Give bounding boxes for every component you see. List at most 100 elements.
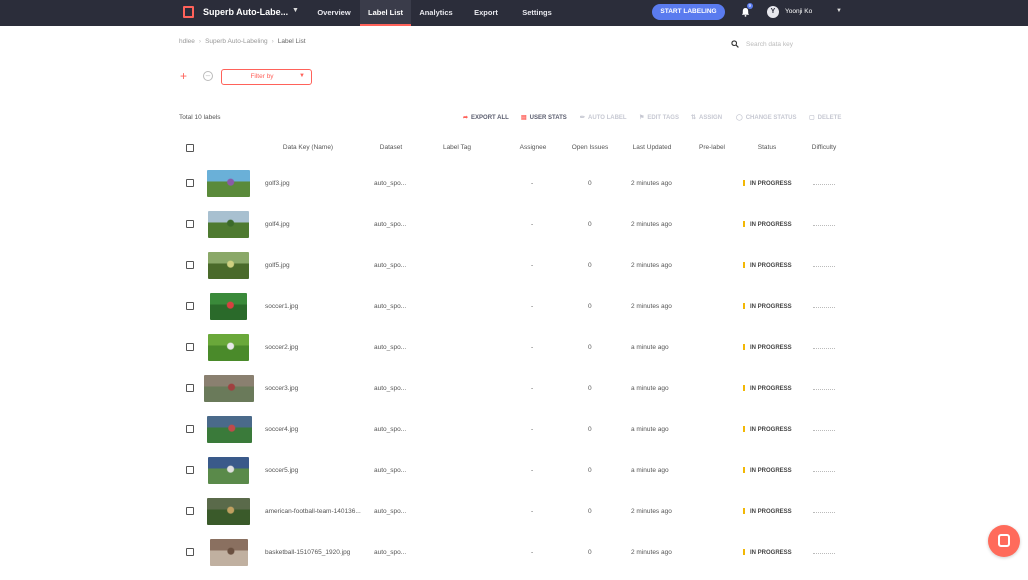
data-key-cell[interactable]: golf5.jpg [265, 262, 290, 269]
project-name[interactable]: Superb Auto-Labe... [203, 7, 288, 17]
last-updated-cell: 2 minutes ago [631, 180, 672, 187]
table-row[interactable]: american-football-team-140136... auto_spo… [0, 498, 1028, 539]
chevron-down-icon[interactable]: ▼ [292, 7, 299, 14]
table-row[interactable]: golf5.jpg auto_spo... - 0 2 minutes ago IN PR… [0, 252, 1028, 293]
auto-label-button[interactable]: ✏ AUTO LABEL [580, 114, 627, 121]
thumbnail-image[interactable] [207, 416, 252, 443]
data-key-cell[interactable]: golf4.jpg [265, 221, 290, 228]
thumbnail-image[interactable] [208, 252, 249, 279]
column-header-status[interactable]: Status [748, 144, 786, 151]
status-badge[interactable]: IN PROGRESS [743, 221, 792, 228]
table-row[interactable]: soccer5.jpg auto_spo... - 0 a minute ago IN P… [0, 457, 1028, 498]
chevron-down-icon[interactable]: ▼ [836, 8, 842, 14]
breadcrumb-separator: › [198, 38, 202, 45]
row-checkbox[interactable] [186, 302, 194, 310]
select-all-checkbox[interactable] [186, 144, 194, 152]
auto-label-label: AUTO LABEL [588, 115, 627, 121]
table-row[interactable]: soccer4.jpg auto_spo... - 0 a minute ago IN P… [0, 416, 1028, 457]
column-header-open-issues[interactable]: Open Issues [566, 144, 614, 151]
table-row[interactable]: soccer3.jpg auto_spo... - 0 a minute ago IN P… [0, 375, 1028, 416]
logo-icon[interactable] [183, 6, 194, 18]
edit-tags-button[interactable]: ⚑ EDIT TAGS [639, 114, 679, 121]
data-key-cell[interactable]: golf3.jpg [265, 180, 290, 187]
row-checkbox[interactable] [186, 425, 194, 433]
thumbnail-image[interactable] [208, 457, 249, 484]
data-key-cell[interactable]: soccer1.jpg [265, 303, 298, 310]
row-checkbox[interactable] [186, 220, 194, 228]
row-checkbox[interactable] [186, 507, 194, 515]
thumbnail-image[interactable] [204, 375, 254, 402]
status-badge[interactable]: IN PROGRESS [743, 262, 792, 269]
row-checkbox[interactable] [186, 384, 194, 392]
thumbnail-image[interactable] [210, 293, 247, 320]
open-issues-cell: 0 [588, 426, 592, 433]
user-stats-button[interactable]: ▤ USER STATS [521, 114, 567, 121]
table-row[interactable]: basketball-1510765_1920.jpg auto_spo... - 0… [0, 539, 1028, 580]
assign-button[interactable]: ⇅ ASSIGN [691, 114, 722, 121]
data-key-cell[interactable]: soccer5.jpg [265, 467, 298, 474]
change-status-button[interactable]: ◯ CHANGE STATUS [736, 114, 797, 121]
assignee-cell: - [531, 221, 534, 228]
column-header-data-key[interactable]: Data Key (Name) [268, 144, 348, 151]
row-checkbox[interactable] [186, 261, 194, 269]
tab-analytics[interactable]: Analytics [414, 0, 458, 26]
tab-export[interactable]: Export [466, 0, 506, 26]
last-updated-cell: a minute ago [631, 426, 669, 433]
chat-button[interactable] [988, 525, 1020, 557]
status-badge[interactable]: IN PROGRESS [743, 467, 792, 474]
breadcrumb-project[interactable]: Superb Auto-Labeling [205, 38, 268, 45]
table-row[interactable]: soccer2.jpg auto_spo... - 0 a minute ago IN P… [0, 334, 1028, 375]
tab-settings[interactable]: Settings [515, 0, 559, 26]
data-key-cell[interactable]: soccer4.jpg [265, 426, 298, 433]
data-key-cell[interactable]: soccer2.jpg [265, 344, 298, 351]
thumbnail-image[interactable] [207, 170, 250, 197]
data-key-cell[interactable]: soccer3.jpg [265, 385, 298, 392]
status-badge[interactable]: IN PROGRESS [743, 385, 792, 392]
remove-filter-button[interactable]: – [203, 71, 213, 81]
search-input[interactable] [746, 38, 846, 50]
open-issues-cell: 0 [588, 221, 592, 228]
export-all-button[interactable]: ➦ EXPORT ALL [463, 114, 509, 121]
status-badge[interactable]: IN PROGRESS [743, 426, 792, 433]
column-header-assignee[interactable]: Assignee [512, 144, 554, 151]
status-badge[interactable]: IN PROGRESS [743, 303, 792, 310]
column-header-difficulty[interactable]: Difficulty [803, 144, 845, 151]
status-indicator [743, 385, 745, 391]
filter-select[interactable]: Filter by ▼ [221, 69, 312, 85]
tab-overview[interactable]: Overview [312, 0, 356, 26]
row-checkbox[interactable] [186, 466, 194, 474]
row-checkbox[interactable] [186, 548, 194, 556]
data-key-cell[interactable]: american-football-team-140136... [265, 508, 361, 515]
dataset-cell: auto_spo... [374, 303, 407, 310]
add-filter-button[interactable]: + [180, 69, 187, 83]
share-icon: ➦ [463, 115, 469, 121]
column-header-pre-label[interactable]: Pre-label [692, 144, 732, 151]
table-row[interactable]: golf3.jpg auto_spo... - 0 2 minutes ago IN PR… [0, 170, 1028, 211]
status-badge[interactable]: IN PROGRESS [743, 549, 792, 556]
row-checkbox[interactable] [186, 179, 194, 187]
status-text: IN PROGRESS [750, 263, 792, 269]
open-issues-cell: 0 [588, 262, 592, 269]
data-key-cell[interactable]: basketball-1510765_1920.jpg [265, 549, 350, 556]
table-row[interactable]: soccer1.jpg auto_spo... - 0 2 minutes ago IN … [0, 293, 1028, 334]
start-labeling-button[interactable]: START LABELING [652, 4, 725, 20]
user-name[interactable]: Yoonji Ko [785, 8, 812, 15]
status-badge[interactable]: IN PROGRESS [743, 180, 792, 187]
column-header-dataset[interactable]: Dataset [370, 144, 412, 151]
breadcrumb-separator: › [271, 38, 274, 45]
row-checkbox[interactable] [186, 343, 194, 351]
thumbnail-image[interactable] [207, 498, 250, 525]
status-badge[interactable]: IN PROGRESS [743, 508, 792, 515]
status-badge[interactable]: IN PROGRESS [743, 344, 792, 351]
thumbnail-image[interactable] [208, 334, 249, 361]
thumbnail-image[interactable] [208, 211, 249, 238]
breadcrumb-workspace[interactable]: hdlee [179, 38, 195, 45]
column-header-last-updated[interactable]: Last Updated [626, 144, 678, 151]
delete-button[interactable]: ▢ DELETE [809, 114, 841, 121]
table-row[interactable]: golf4.jpg auto_spo... - 0 2 minutes ago IN PR… [0, 211, 1028, 252]
thumbnail-image[interactable] [210, 539, 248, 566]
tab-label-list[interactable]: Label List [360, 0, 411, 26]
column-header-label-tag[interactable]: Label Tag [433, 144, 481, 151]
dataset-cell: auto_spo... [374, 221, 407, 228]
avatar[interactable]: Y [767, 6, 779, 18]
